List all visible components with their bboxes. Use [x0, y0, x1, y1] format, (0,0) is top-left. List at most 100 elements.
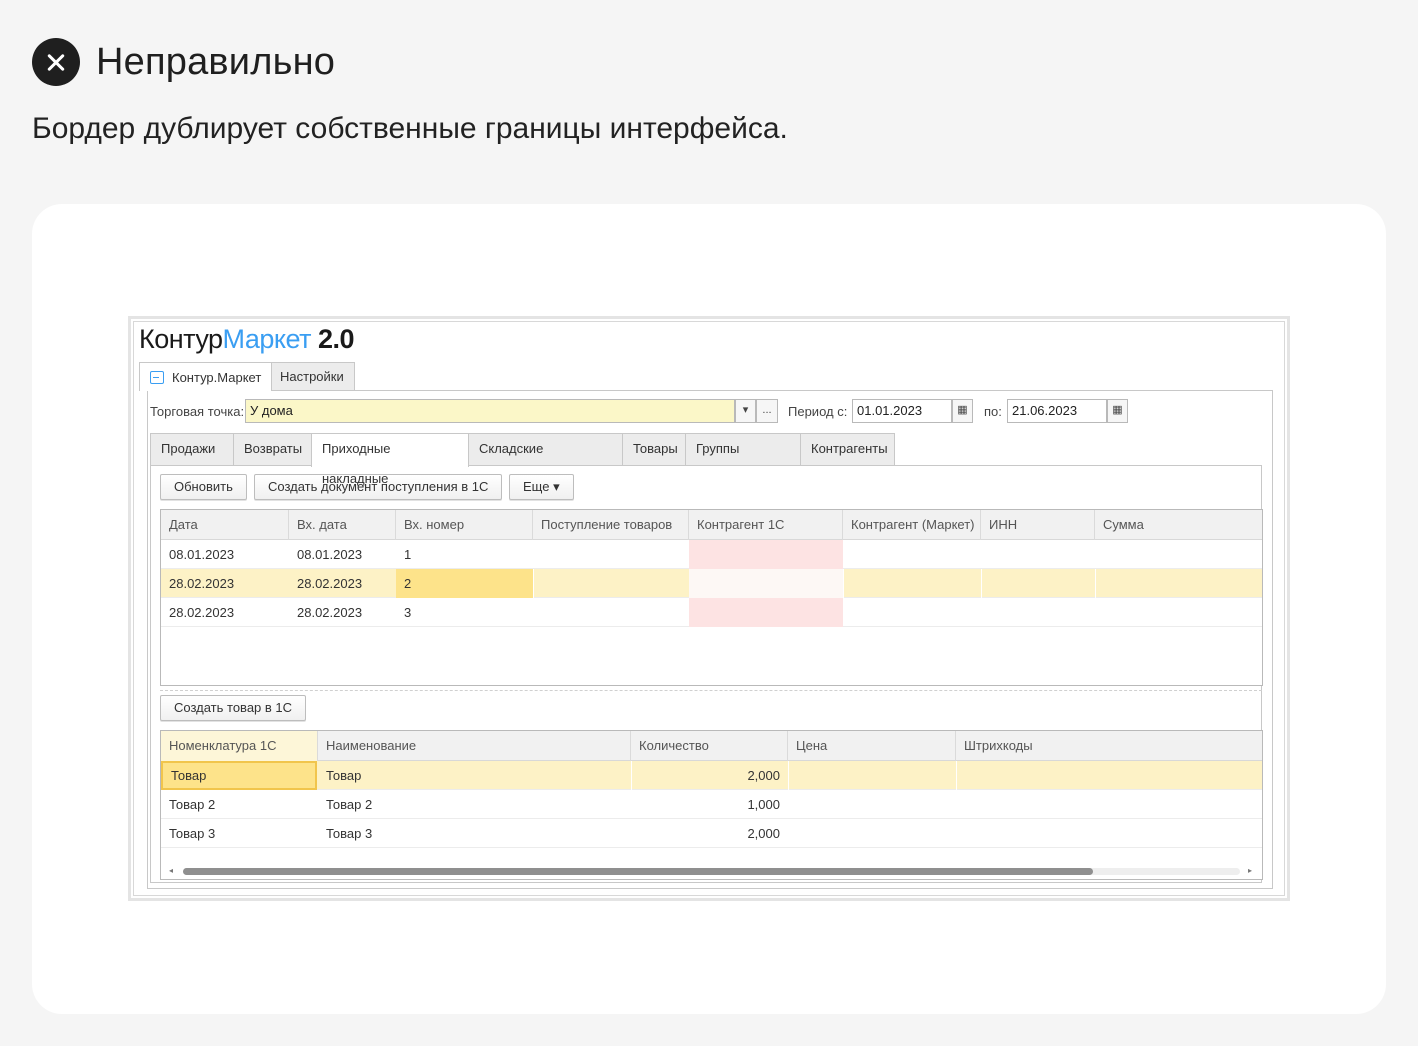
cell-nomenclature-1c: Товар	[161, 761, 317, 790]
cell-counterparty-1c	[689, 540, 843, 569]
column-header-counterparty-market[interactable]: Контрагент (Маркет)	[843, 510, 981, 540]
cell-name: Товар	[326, 768, 362, 783]
cell-goods-receipt	[533, 569, 689, 598]
create-item-button[interactable]: Создать товар в 1С	[160, 695, 307, 721]
app-window: КонтурМаркет 2.0 Контур.Маркет Настройки…	[133, 321, 1285, 896]
goods-table: Номенклатура 1С Наименование Количество …	[160, 730, 1263, 880]
cell-counterparty-market	[843, 540, 981, 569]
more-menu-button[interactable]: Еще ▾	[509, 474, 574, 500]
table-header: Номенклатура 1С Наименование Количество …	[161, 731, 1262, 761]
table-row[interactable]: 28.02.2023 28.02.2023 3	[161, 598, 1262, 627]
logo-part-market: Маркет	[222, 324, 312, 354]
app-window-icon	[150, 370, 164, 384]
column-header-inn[interactable]: ИНН	[981, 510, 1095, 540]
close-circle-icon	[32, 38, 80, 86]
status-description: Бордер дублирует собственные границы инт…	[32, 112, 788, 145]
refresh-button[interactable]: Обновить	[160, 474, 247, 500]
tab-kontur-market[interactable]: Контур.Маркет	[139, 362, 273, 391]
column-header-goods-receipt[interactable]: Поступление товаров	[533, 510, 689, 540]
cell-sum	[1095, 569, 1262, 598]
tab-goods-groups[interactable]: Группы товаров	[685, 433, 801, 486]
tab-label: Контур.Маркет	[172, 369, 262, 385]
tab-goods[interactable]: Товары	[622, 433, 686, 465]
table-row[interactable]: Товар 2 Товар 2 1,000	[161, 790, 1262, 819]
cell-counterparty-market	[843, 598, 981, 627]
column-header-quantity[interactable]: Количество	[631, 731, 788, 761]
cell-nomenclature-1c: Товар 2	[169, 797, 216, 812]
logo-part-kontur: Контур	[139, 324, 223, 354]
cell-price	[788, 819, 956, 848]
cell-price	[788, 790, 956, 819]
cell-date: 08.01.2023	[169, 547, 235, 562]
app-screenshot: КонтурМаркет 2.0 Контур.Маркет Настройки…	[128, 316, 1290, 901]
scrollbar-thumb[interactable]	[183, 868, 1093, 875]
cell-counterparty-market	[843, 569, 981, 598]
column-header-barcodes[interactable]: Штрихкоды	[956, 731, 1262, 761]
splitter[interactable]	[160, 690, 1262, 691]
calendar-icon[interactable]: ▦	[952, 399, 973, 423]
status-title: Неправильно	[96, 40, 336, 83]
store-select-button[interactable]: ...	[756, 399, 778, 423]
cell-goods-receipt	[533, 598, 689, 627]
column-header-counterparty-1c[interactable]: Контрагент 1С	[689, 510, 843, 540]
tab-incoming-invoices[interactable]: Приходные накладные	[311, 433, 469, 486]
period-from-label: Период с:	[788, 404, 848, 419]
scroll-left-arrow-icon[interactable]: ◂	[169, 866, 173, 875]
period-to-field[interactable]: 21.06.2023	[1007, 399, 1107, 423]
tab-warehouse-documents[interactable]: Складские документы	[468, 433, 623, 486]
cell-incoming-number: 2	[396, 569, 533, 598]
tab-settings[interactable]: Настройки	[269, 362, 355, 390]
cell-barcodes	[956, 761, 1262, 790]
cell-date: 28.02.2023	[169, 576, 235, 591]
cell-name: Товар 3	[326, 826, 373, 841]
tab-label: Настройки	[280, 369, 344, 384]
cell-counterparty-1c	[689, 569, 843, 598]
tab-returns[interactable]: Возвраты	[233, 433, 312, 465]
store-dropdown-button[interactable]: ▾	[735, 399, 756, 423]
cell-barcodes	[956, 819, 1262, 848]
table-row[interactable]: 08.01.2023 08.01.2023 1	[161, 540, 1262, 569]
cell-incoming-date: 28.02.2023	[297, 576, 363, 591]
invoices-table: Дата Вх. дата Вх. номер Поступление това…	[160, 509, 1263, 686]
cell-name: Товар 2	[326, 797, 373, 812]
table-row[interactable]: Товар Товар 2,000	[161, 761, 1262, 790]
cell-inn	[981, 540, 1095, 569]
tab-counterparties[interactable]: Контрагенты	[800, 433, 895, 465]
status-row: Неправильно	[32, 38, 335, 86]
cell-sum	[1095, 598, 1262, 627]
cell-incoming-number: 3	[404, 605, 412, 620]
cell-quantity: 1,000	[747, 797, 780, 812]
cell-quantity: 2,000	[747, 826, 780, 841]
column-header-name[interactable]: Наименование	[318, 731, 631, 761]
cell-price	[788, 761, 956, 790]
column-header-nomenclature-1c[interactable]: Номенклатура 1С	[161, 731, 318, 761]
column-header-price[interactable]: Цена	[788, 731, 956, 761]
column-header-sum[interactable]: Сумма	[1095, 510, 1262, 540]
cell-incoming-date: 28.02.2023	[297, 605, 363, 620]
cell-incoming-number: 1	[404, 547, 412, 562]
table-header: Дата Вх. дата Вх. номер Поступление това…	[161, 510, 1262, 540]
horizontal-scrollbar[interactable]	[183, 868, 1240, 875]
cell-date: 28.02.2023	[169, 605, 235, 620]
period-from-field[interactable]: 01.01.2023	[852, 399, 952, 423]
app-logo: КонтурМаркет 2.0	[139, 324, 355, 355]
scroll-right-arrow-icon[interactable]: ▸	[1248, 866, 1252, 875]
table-row[interactable]: 28.02.2023 28.02.2023 2	[161, 569, 1262, 598]
column-header-incoming-date[interactable]: Вх. дата	[289, 510, 396, 540]
cell-incoming-date: 08.01.2023	[297, 547, 363, 562]
calendar-icon[interactable]: ▦	[1107, 399, 1128, 423]
logo-part-version: 2.0	[318, 324, 355, 354]
column-header-date[interactable]: Дата	[161, 510, 289, 540]
store-field[interactable]: У дома	[245, 399, 735, 423]
cell-nomenclature-1c: Товар 3	[169, 826, 216, 841]
cell-inn	[981, 569, 1095, 598]
cell-sum	[1095, 540, 1262, 569]
table-row[interactable]: Товар 3 Товар 3 2,000	[161, 819, 1262, 848]
period-to-label: по:	[984, 404, 1002, 419]
store-label: Торговая точка:	[150, 404, 245, 419]
tab-sales[interactable]: Продажи	[150, 433, 234, 465]
column-header-incoming-number[interactable]: Вх. номер	[396, 510, 533, 540]
main-panel: Торговая точка: У дома ▾ ... Период с: 0…	[147, 390, 1273, 889]
cell-counterparty-1c	[689, 598, 843, 627]
cell-inn	[981, 598, 1095, 627]
